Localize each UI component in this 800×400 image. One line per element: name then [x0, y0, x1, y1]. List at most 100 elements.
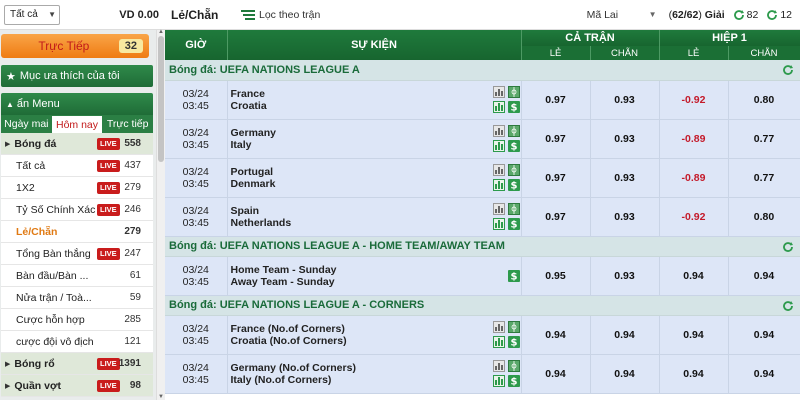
bar-chart-icon[interactable] — [493, 218, 505, 230]
odds-ft-odd[interactable]: 0.97 — [521, 158, 591, 198]
scroll-down-arrow-icon[interactable]: ▼ — [158, 394, 164, 400]
refresh-button-b[interactable]: 12 — [766, 9, 792, 21]
odds-h1-odd[interactable]: 0.94 — [659, 315, 729, 355]
sport-item-football[interactable]: ▶ Bóng đá LIVE 558 — [1, 133, 153, 155]
refresh-button-a[interactable]: 82 — [733, 9, 758, 21]
odds-h1-even[interactable]: 0.94 — [728, 354, 800, 394]
favorites-button[interactable]: ★ Mục ưa thích của tôi — [1, 65, 153, 87]
odds-ft-odd[interactable]: 0.97 — [521, 197, 591, 237]
odds-h1-odd[interactable]: 0.94 — [659, 354, 729, 394]
scrollbar-thumb[interactable] — [158, 36, 164, 162]
cash-out-icon[interactable]: $ — [508, 218, 520, 230]
odds-h1-even[interactable]: 0.94 — [728, 315, 800, 355]
market-item-total-goals[interactable]: Tổng Bàn thắng LIVE 247 — [1, 243, 153, 265]
live-field-icon[interactable] — [508, 360, 520, 372]
market-item-outright[interactable]: cược đội vô địch 121 — [1, 331, 153, 353]
odds-ft-even[interactable]: 0.94 — [590, 354, 660, 394]
stats-icon[interactable] — [493, 203, 505, 215]
tab-today[interactable]: Hôm nay — [51, 115, 103, 133]
match-teams: Germany (No.of Corners) Italy (No.of Corn… — [227, 354, 491, 394]
match-teams: France Croatia — [227, 80, 491, 120]
live-now-button[interactable]: Trực Tiếp 32 — [1, 34, 149, 58]
stats-icon[interactable] — [493, 360, 505, 372]
match-teams: Spain Netherlands — [227, 197, 491, 237]
live-field-icon[interactable] — [508, 203, 520, 215]
market-item-1x2[interactable]: 1X2 LIVE 279 — [1, 177, 153, 199]
hide-menu-toggle[interactable]: ▲ ẩn Menu — [1, 93, 153, 115]
bar-chart-icon[interactable] — [493, 101, 505, 113]
odds-h1-even[interactable]: 0.94 — [728, 256, 800, 296]
live-field-icon[interactable] — [508, 321, 520, 333]
bar-chart-icon[interactable] — [493, 336, 505, 348]
odds-h1-odd[interactable]: -0.89 — [659, 158, 729, 198]
market-filter-select[interactable]: Tất cả ▼ — [4, 4, 60, 25]
market-item-odd-even[interactable]: Lẻ/Chẵn 279 — [1, 221, 153, 243]
match-icons: $ — [493, 203, 521, 230]
odds-ft-even[interactable]: 0.93 — [590, 158, 660, 198]
stats-icon[interactable] — [493, 125, 505, 137]
odds-ft-odd[interactable]: 0.94 — [521, 354, 591, 394]
market-item-correct-score[interactable]: Tỷ Số Chính Xác LIVE 246 — [1, 199, 153, 221]
odds-ft-odd[interactable]: 0.95 — [521, 256, 591, 296]
expand-triangle-icon: ▶ — [5, 140, 11, 148]
odds-type-select[interactable]: Mã Lai ▼ — [587, 9, 657, 21]
tab-tomorrow[interactable]: Ngày mai — [1, 115, 52, 133]
cash-out-icon[interactable]: $ — [508, 179, 520, 191]
odds-h1-odd[interactable]: 0.94 — [659, 256, 729, 296]
market-item-first-last-goal[interactable]: Bàn đầu/Bàn ... 61 — [1, 265, 153, 287]
sport-item-tennis[interactable]: ▶ Quần vợt LIVE 98 — [1, 375, 153, 397]
live-badge: LIVE — [97, 138, 120, 150]
sport-item-basketball[interactable]: ▶ Bóng rổ LIVE 1391 — [1, 353, 153, 375]
svg-text:$: $ — [511, 103, 518, 113]
live-badge: LIVE — [97, 182, 120, 194]
scroll-up-arrow-icon[interactable]: ▲ — [158, 29, 164, 35]
sidebar: Tất cả ▼ VD 0.00 Trực Tiếp 32 ★ Mục ưa t… — [0, 0, 165, 400]
odds-ft-even[interactable]: 0.93 — [590, 80, 660, 120]
sidebar-scrollbar[interactable]: ▲ ▼ — [156, 29, 165, 400]
match-row: 03/24 03:45 Home Team - Sunday Away Team - … — [165, 256, 800, 296]
market-filter-value: Tất cả — [10, 9, 38, 20]
odds-ft-even[interactable]: 0.93 — [590, 197, 660, 237]
league-refresh-icon[interactable] — [782, 300, 794, 312]
cash-out-icon[interactable]: $ — [508, 375, 520, 387]
odds-h1-even[interactable]: 0.80 — [728, 80, 800, 120]
league-refresh-icon[interactable] — [782, 241, 794, 253]
live-field-icon[interactable] — [508, 164, 520, 176]
odds-h1-even[interactable]: 0.80 — [728, 197, 800, 237]
bar-chart-icon[interactable] — [493, 375, 505, 387]
market-item-half-full[interactable]: Nửa trận / Toà... 59 — [1, 287, 153, 309]
odds-h1-odd[interactable]: -0.89 — [659, 119, 729, 159]
odds-h1-even[interactable]: 0.77 — [728, 119, 800, 159]
cash-out-icon[interactable]: $ — [508, 140, 520, 152]
odds-ft-odd[interactable]: 0.94 — [521, 315, 591, 355]
market-item-all[interactable]: Tất cả LIVE 437 — [1, 155, 153, 177]
odds-ft-even[interactable]: 0.93 — [590, 256, 660, 296]
stats-icon[interactable] — [493, 86, 505, 98]
odds-ft-even[interactable]: 0.93 — [590, 119, 660, 159]
odds-ft-even[interactable]: 0.94 — [590, 315, 660, 355]
stats-icon[interactable] — [493, 164, 505, 176]
bar-chart-icon[interactable] — [493, 179, 505, 191]
match-teams: Portugal Denmark — [227, 158, 491, 198]
filter-by-match-button[interactable]: Lọc theo trận — [241, 9, 320, 21]
odds-h1-odd[interactable]: -0.92 — [659, 80, 729, 120]
odds-ft-odd[interactable]: 0.97 — [521, 80, 591, 120]
cash-out-icon[interactable]: $ — [508, 101, 520, 113]
odds-ft-odd[interactable]: 0.97 — [521, 119, 591, 159]
live-field-icon[interactable] — [508, 86, 520, 98]
odds-h1-odd[interactable]: -0.92 — [659, 197, 729, 237]
stats-icon[interactable] — [493, 321, 505, 333]
league-row: Bóng đá: UEFA NATIONS LEAGUE A — [165, 60, 800, 81]
odds-h1-even[interactable]: 0.77 — [728, 158, 800, 198]
match-icons-cell: $ — [491, 256, 522, 296]
tab-live[interactable]: Trực tiếp — [102, 115, 153, 133]
cash-out-icon[interactable]: $ — [508, 336, 520, 348]
market-item-mix-parlay[interactable]: Cược hỗn hợp 285 — [1, 309, 153, 331]
league-refresh-icon[interactable] — [782, 64, 794, 76]
live-badge: LIVE — [97, 160, 120, 172]
bar-chart-icon[interactable] — [493, 140, 505, 152]
live-badge: LIVE — [97, 358, 120, 370]
cash-out-icon[interactable]: $ — [508, 269, 520, 282]
live-field-icon[interactable] — [508, 125, 520, 137]
match-row: 03/24 03:45 Spain Netherlands $0.97 0.93 -0.92… — [165, 197, 800, 237]
